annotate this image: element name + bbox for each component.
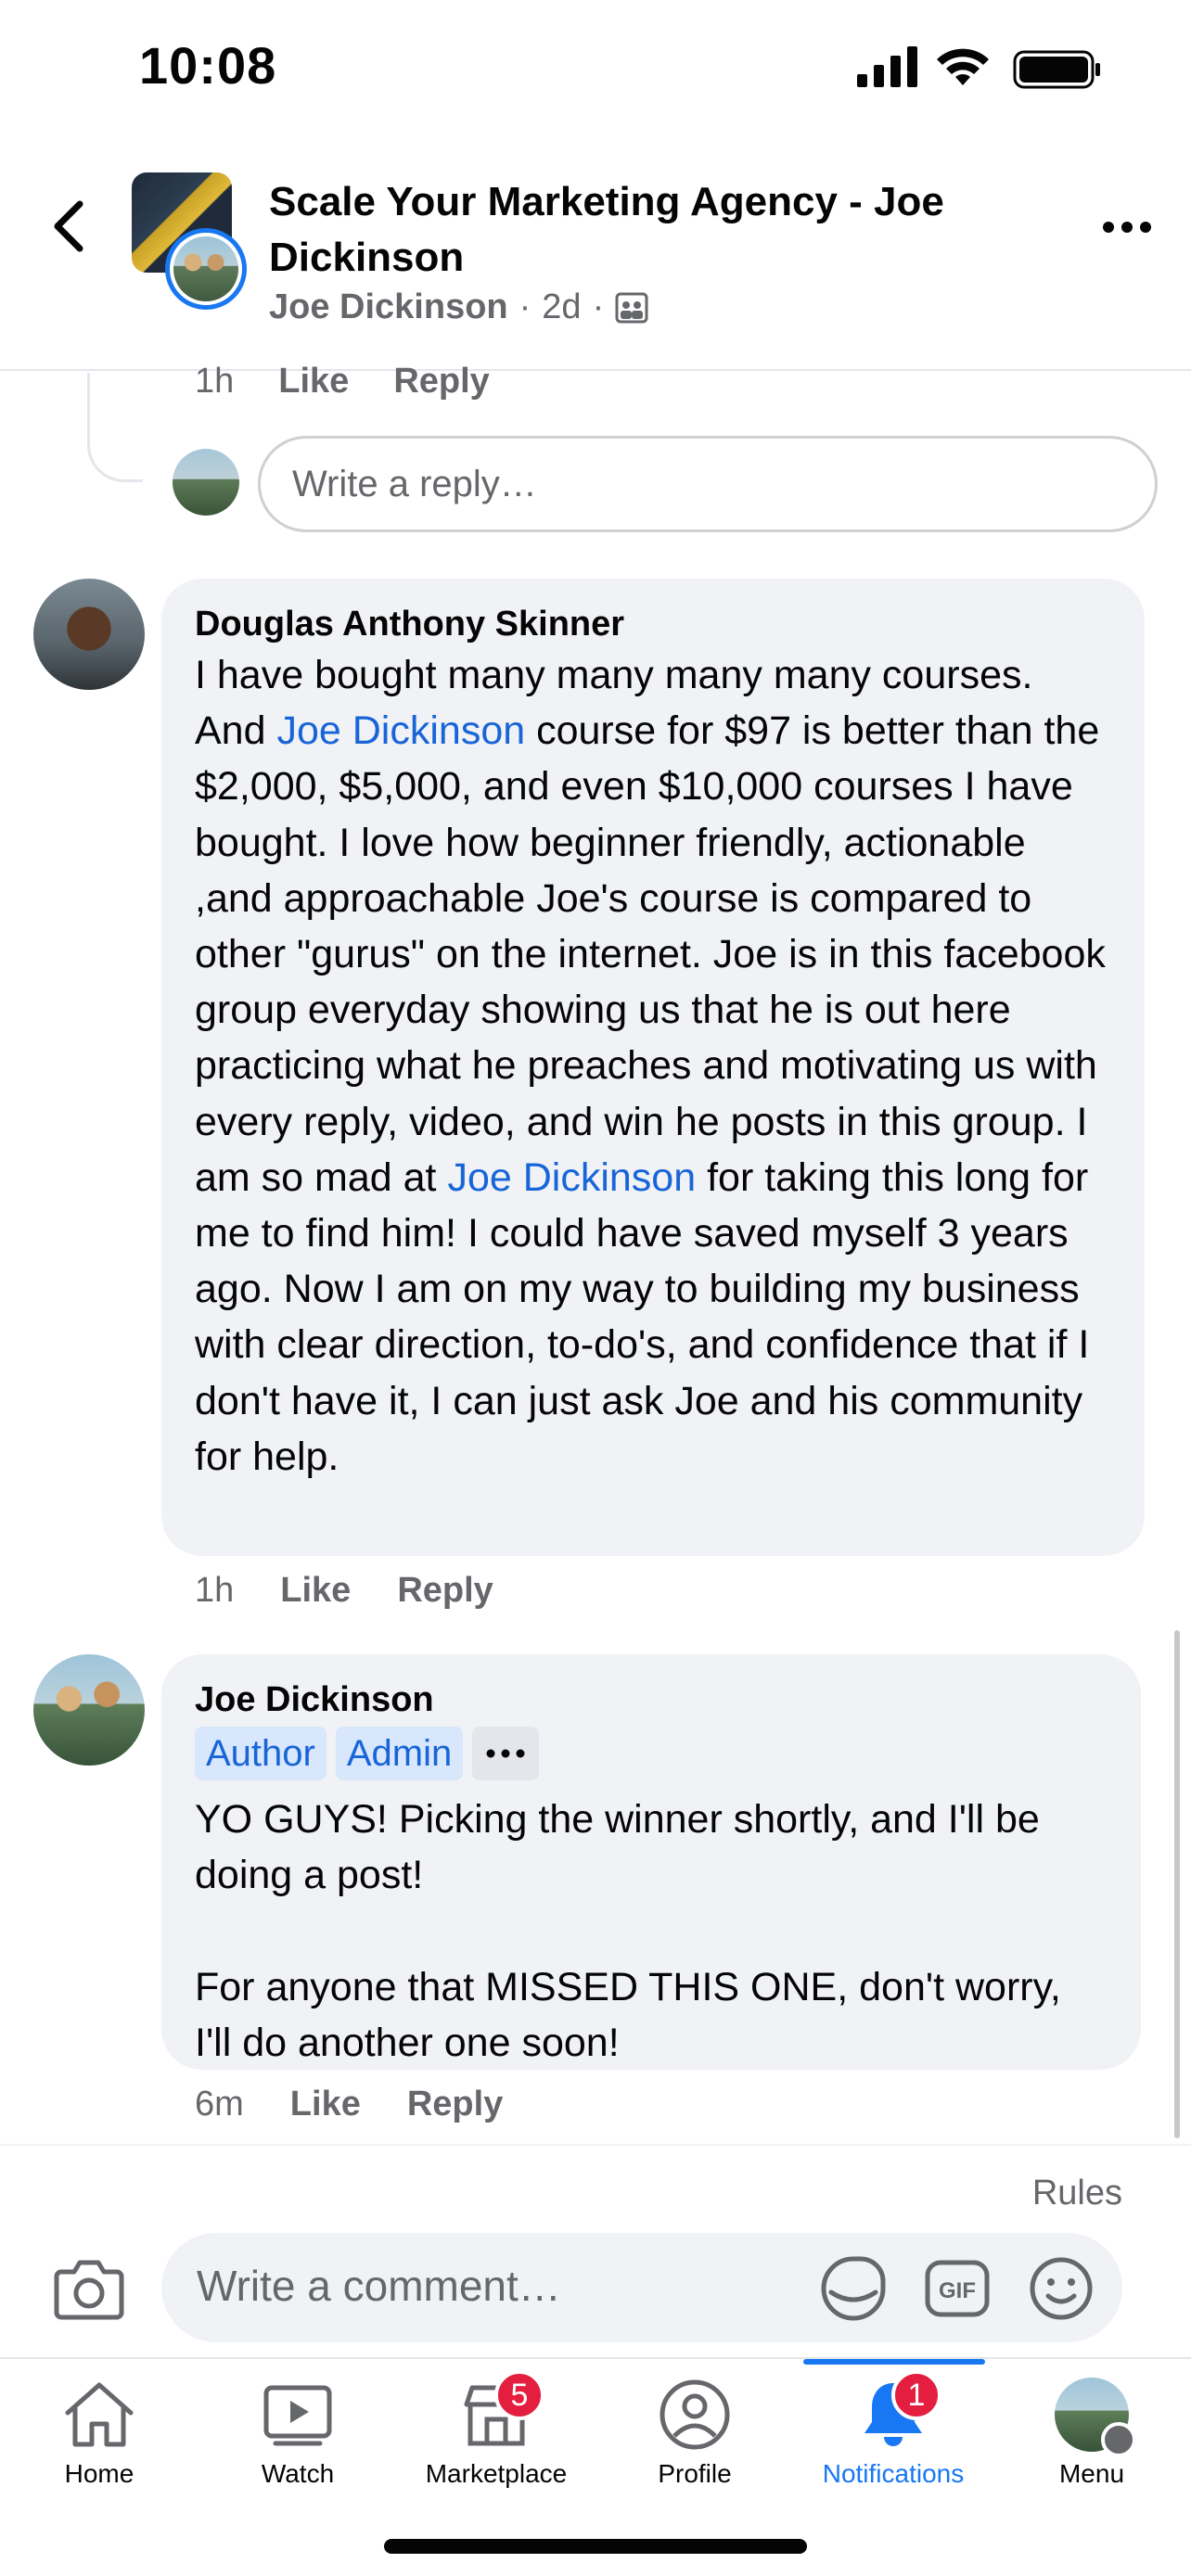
- tab-marketplace[interactable]: 5 Marketplace: [397, 2359, 596, 2489]
- commenter-avatar[interactable]: [33, 1654, 145, 1766]
- mention-link[interactable]: Joe Dickinson: [276, 708, 525, 753]
- thread-line: [87, 373, 143, 482]
- tab-label: Home: [64, 2459, 134, 2488]
- comment-meta: 6m Like Reply: [195, 2085, 503, 2124]
- menu-avatar: [1055, 2378, 1136, 2457]
- home-icon: [65, 2382, 134, 2447]
- tab-profile[interactable]: Profile: [596, 2359, 794, 2489]
- comment-text: I have bought many many many many course…: [195, 647, 1111, 1485]
- reply-button[interactable]: Reply: [393, 362, 489, 402]
- scrollbar[interactable]: [1174, 1630, 1180, 2138]
- admin-badge[interactable]: Admin: [335, 1727, 464, 1780]
- tab-menu[interactable]: Menu: [992, 2359, 1191, 2489]
- tab-label: Notifications: [822, 2459, 965, 2488]
- sticker-icon[interactable]: [818, 2253, 889, 2324]
- tab-label: Marketplace: [425, 2459, 568, 2488]
- comment-text: YO GUYS! Picking the winner shortly, and…: [195, 1797, 1061, 2065]
- tab-watch[interactable]: Watch: [198, 2359, 397, 2489]
- more-dots-icon: [486, 1749, 525, 1758]
- reply-input[interactable]: Write a reply…: [258, 436, 1158, 532]
- home-indicator: [384, 2539, 807, 2554]
- tab-home[interactable]: Home: [0, 2359, 198, 2489]
- user-avatar: [173, 449, 239, 516]
- comment-meta: 1h Like Reply: [195, 1571, 493, 1611]
- comment-bubble: Douglas Anthony Skinner I have bought ma…: [161, 579, 1145, 1556]
- like-button[interactable]: Like: [290, 2085, 361, 2124]
- reply-button[interactable]: Reply: [397, 1571, 493, 1611]
- group-title[interactable]: Scale Your Marketing Agency - Joe Dickin…: [269, 174, 1067, 286]
- role-badges: Author Admin: [195, 1727, 1108, 1780]
- mention-link[interactable]: Joe Dickinson: [447, 1155, 696, 1200]
- more-options-button[interactable]: [1095, 204, 1159, 250]
- post-author-name[interactable]: Joe Dickinson: [269, 287, 508, 327]
- post-time: 2d: [542, 287, 582, 326]
- comment-composer: Rules Write a comment… GIF: [0, 2144, 1191, 2357]
- status-time: 10:08: [139, 36, 277, 95]
- comment-bubble: Joe Dickinson Author Admin YO GUYS! Pick…: [161, 1654, 1141, 2070]
- comment-text-part: for taking this long for me to find him!…: [195, 1154, 1101, 1479]
- back-button[interactable]: [43, 189, 95, 263]
- marketplace-badge: 5: [494, 2370, 544, 2420]
- commenter-avatar[interactable]: [33, 579, 145, 690]
- tab-notifications[interactable]: 1 Notifications: [794, 2359, 992, 2489]
- status-bar: 10:08: [0, 0, 1191, 139]
- profile-icon: [660, 2379, 730, 2450]
- like-button[interactable]: Like: [280, 1571, 351, 1611]
- emoji-icon[interactable]: [1026, 2253, 1096, 2324]
- reply-composer: Write a reply…: [173, 436, 1158, 532]
- rules-link[interactable]: Rules: [1032, 2174, 1122, 2213]
- more-dots-icon: [1103, 222, 1151, 233]
- group-privacy-icon: [615, 292, 648, 323]
- watch-icon: [263, 2385, 332, 2446]
- separator-dot: ·: [592, 287, 605, 326]
- gif-icon[interactable]: GIF: [922, 2253, 992, 2324]
- cellular-signal-icon: [857, 46, 917, 87]
- like-button[interactable]: Like: [278, 362, 349, 402]
- reply-button[interactable]: Reply: [407, 2085, 503, 2124]
- notifications-badge: 1: [891, 2370, 941, 2420]
- tab-label: Menu: [1058, 2459, 1125, 2488]
- comment-input[interactable]: Write a comment… GIF: [161, 2233, 1122, 2342]
- battery-icon: [1013, 50, 1100, 89]
- comment-author-name[interactable]: Joe Dickinson: [195, 1677, 1108, 1723]
- separator-dot: ·: [519, 287, 531, 326]
- comment-time: 6m: [195, 2085, 244, 2123]
- svg-text:GIF: GIF: [939, 2278, 976, 2303]
- post-subtitle: Joe Dickinson · 2d ·: [269, 287, 648, 327]
- previous-comment-meta: 1h Like Reply: [195, 362, 490, 402]
- comment-author-name[interactable]: Douglas Anthony Skinner: [195, 601, 1111, 647]
- group-avatar[interactable]: [132, 172, 247, 310]
- comment-time: 1h: [195, 1571, 235, 1610]
- back-arrow-icon: [54, 200, 83, 252]
- tab-label: Profile: [658, 2459, 732, 2488]
- badge-more-button[interactable]: [472, 1727, 540, 1780]
- comment-time: 1h: [195, 362, 235, 401]
- gear-icon: [1101, 2422, 1136, 2457]
- wifi-icon: [937, 48, 989, 85]
- comment-placeholder: Write a comment…: [197, 2262, 561, 2310]
- camera-icon[interactable]: [54, 2255, 124, 2320]
- tab-label: Watch: [261, 2459, 335, 2488]
- post-header: Scale Your Marketing Agency - Joe Dickin…: [0, 148, 1191, 371]
- author-avatar-ring: [165, 228, 247, 310]
- comment-text-part: course for $97 is better than the $2,000…: [195, 708, 1117, 1200]
- author-badge[interactable]: Author: [195, 1727, 327, 1780]
